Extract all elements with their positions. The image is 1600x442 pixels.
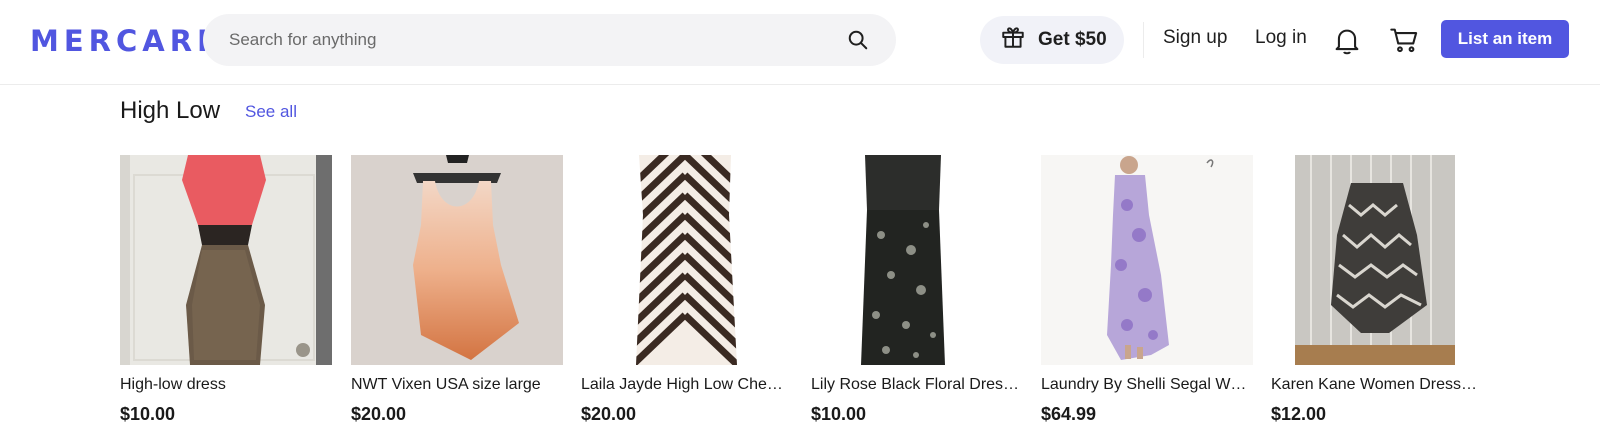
product-card-3[interactable]: Laila Jayde High Low Che… $20.00 bbox=[581, 155, 793, 425]
product-title-4: Lily Rose Black Floral Dres… bbox=[811, 376, 1020, 393]
product-title-3: Laila Jayde High Low Che… bbox=[581, 376, 783, 393]
see-all-link[interactable]: See all bbox=[245, 102, 297, 122]
product-card-6[interactable]: Karen Kane Women Dress… $12.00 bbox=[1271, 155, 1483, 425]
sign-up-link[interactable]: Sign up bbox=[1163, 27, 1227, 49]
product-price-4: $10.00 bbox=[811, 404, 867, 424]
search-bar[interactable] bbox=[203, 14, 896, 66]
notification-bell-icon[interactable] bbox=[1333, 26, 1363, 56]
product-card-5[interactable]: Laundry By Shelli Segal W… $64.99 bbox=[1041, 155, 1253, 425]
product-image-5[interactable] bbox=[1041, 155, 1253, 365]
product-card-2[interactable]: NWT Vixen USA size large $20.00 bbox=[351, 155, 563, 425]
search-icon[interactable] bbox=[846, 28, 870, 52]
product-price-1: $10.00 bbox=[120, 404, 176, 424]
get-50-promo-button[interactable]: Get $50 bbox=[980, 16, 1124, 64]
gift-icon bbox=[1000, 24, 1026, 56]
product-card-4[interactable]: Lily Rose Black Floral Dres… $10.00 bbox=[811, 155, 1023, 425]
product-image-4[interactable] bbox=[811, 155, 1023, 365]
cart-icon[interactable] bbox=[1389, 26, 1419, 56]
log-in-link[interactable]: Log in bbox=[1255, 27, 1307, 49]
promo-label: Get $50 bbox=[1038, 29, 1107, 50]
product-title-6: Karen Kane Women Dress… bbox=[1271, 376, 1478, 393]
mercari-logo[interactable]: MERCARI bbox=[30, 24, 213, 58]
top-header: MERCARI Get $50 Sign up Log in bbox=[0, 0, 1600, 85]
product-image-1[interactable] bbox=[120, 155, 332, 365]
product-card-1[interactable]: High-low dress $10.00 bbox=[120, 155, 332, 425]
product-title-1: High-low dress bbox=[120, 376, 226, 393]
product-image-3[interactable] bbox=[581, 155, 793, 365]
list-an-item-button[interactable]: List an item bbox=[1441, 20, 1569, 58]
section-title: High Low bbox=[120, 97, 221, 124]
product-image-2[interactable] bbox=[351, 155, 563, 365]
product-image-6[interactable] bbox=[1271, 155, 1483, 365]
search-input[interactable] bbox=[229, 30, 846, 50]
product-title-5: Laundry By Shelli Segal W… bbox=[1041, 376, 1247, 393]
product-price-2: $20.00 bbox=[351, 404, 407, 424]
header-divider bbox=[1143, 22, 1144, 58]
product-title-2: NWT Vixen USA size large bbox=[351, 376, 541, 393]
product-price-3: $20.00 bbox=[581, 404, 637, 424]
product-price-5: $64.99 bbox=[1041, 404, 1097, 424]
product-price-6: $12.00 bbox=[1271, 404, 1327, 424]
